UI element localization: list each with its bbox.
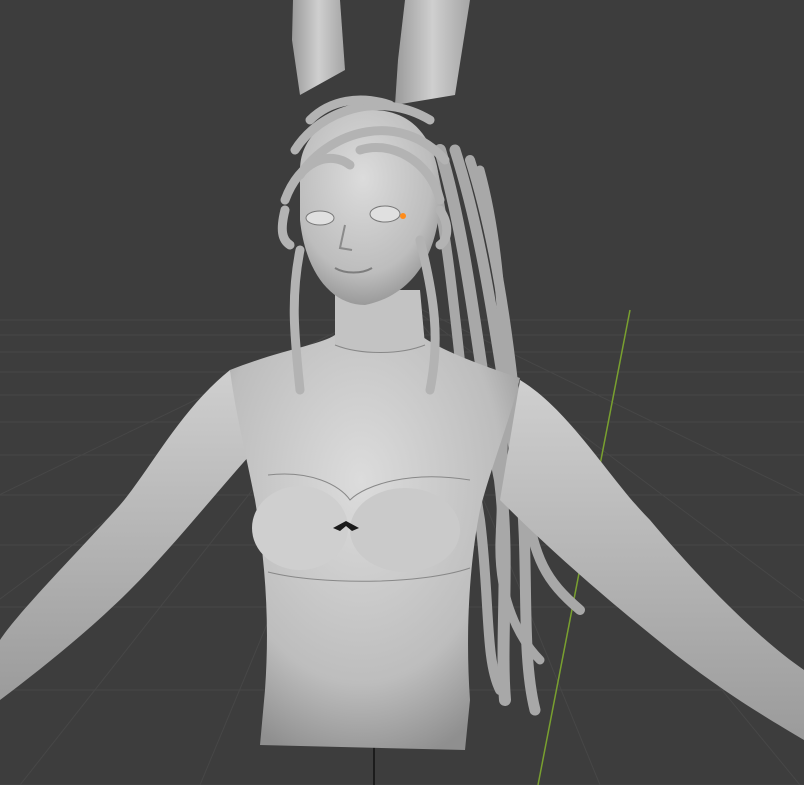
selected-vertex[interactable] xyxy=(400,213,406,219)
eye-right xyxy=(369,205,401,223)
viewport-canvas[interactable] xyxy=(0,0,804,785)
bunny-ear-left[interactable] xyxy=(292,0,345,95)
left-arm[interactable] xyxy=(0,370,250,700)
eye-left xyxy=(305,210,335,226)
3d-viewport[interactable] xyxy=(0,0,804,785)
chest-right xyxy=(350,488,460,572)
bunny-ear-right[interactable] xyxy=(395,0,470,105)
